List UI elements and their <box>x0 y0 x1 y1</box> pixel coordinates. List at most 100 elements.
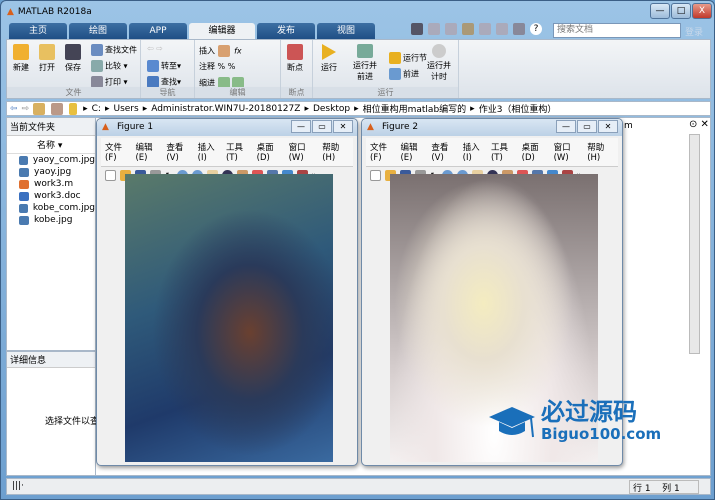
new-figure-icon[interactable] <box>105 170 116 181</box>
path-segment[interactable]: 作业3（相位重构） <box>479 102 557 115</box>
path-segment[interactable]: Administrator.WIN7U-20180127Z <box>151 104 300 114</box>
menu-view[interactable]: 查看(V) <box>431 141 457 163</box>
ribbon-tabs: 主页 绘图 APP 编辑器 发布 视图 <box>9 23 375 39</box>
file-item[interactable]: kobe.jpg <box>7 214 95 226</box>
graduation-cap-icon <box>489 407 535 438</box>
cut-icon[interactable] <box>428 23 440 35</box>
editor-scrollbar[interactable] <box>689 134 700 354</box>
goto-button[interactable]: 转至▾ <box>147 60 181 72</box>
copy-icon[interactable] <box>445 23 457 35</box>
matlab-window: ▲ MATLAB R2018a — □ X 主页 绘图 APP 编辑器 发布 视… <box>0 0 715 500</box>
menu-edit[interactable]: 编辑(E) <box>135 141 161 163</box>
save-button[interactable]: 保存 <box>65 44 81 73</box>
switch-windows-icon[interactable] <box>513 23 525 35</box>
tab-apps[interactable]: APP <box>129 23 187 39</box>
address-bar[interactable]: ⇦ ⇨ ▸ C: ▸ Users ▸ Administrator.WIN7U-2018… <box>6 101 711 116</box>
menu-help[interactable]: 帮助(H) <box>322 141 349 163</box>
comment-button[interactable]: 注释 % % <box>199 61 235 72</box>
cursor-position: 行 1 列 1 <box>629 480 699 494</box>
figure-2-title-bar[interactable]: ▲ Figure 2 — ▭ ✕ <box>362 119 622 136</box>
back-forward-icon[interactable]: ⇦ ⇨ <box>147 44 163 53</box>
find-files-button[interactable]: 查找文件 <box>91 44 137 56</box>
path-segment[interactable]: Users <box>113 104 138 114</box>
tab-home[interactable]: 主页 <box>9 23 67 39</box>
maximize-button[interactable]: ▭ <box>312 120 332 133</box>
breakpoints-button[interactable]: 断点 <box>287 44 303 73</box>
close-button[interactable]: X <box>692 3 712 19</box>
login-link[interactable]: 登录 <box>685 25 703 38</box>
menu-insert[interactable]: 插入(I) <box>463 141 486 163</box>
close-button[interactable]: ✕ <box>333 120 353 133</box>
close-editor-icon[interactable]: ⊙ ✕ <box>689 119 709 130</box>
search-docs-input[interactable]: 搜索文档 <box>553 23 681 38</box>
figure-1-title-bar[interactable]: ▲ Figure 1 — ▭ ✕ <box>97 119 357 136</box>
paste-icon[interactable] <box>462 23 474 35</box>
file-item[interactable]: yaoy.jpg <box>7 166 95 178</box>
up-folder-icon[interactable] <box>33 102 46 115</box>
run-advance-button[interactable]: 运行并 前进 <box>353 44 377 82</box>
script-file-icon <box>19 179 29 189</box>
tab-view[interactable]: 视图 <box>317 23 375 39</box>
menu-file[interactable]: 文件(F) <box>370 141 395 163</box>
redo-icon[interactable] <box>496 23 508 35</box>
insert-button[interactable]: 插入 fx <box>199 45 242 57</box>
path-segment[interactable]: 相位重构用matlab编写的 <box>363 102 467 115</box>
back-icon[interactable]: ⇦ <box>10 104 18 114</box>
tab-editor[interactable]: 编辑器 <box>189 23 255 39</box>
path-segment[interactable]: C: <box>92 104 101 114</box>
forward-icon[interactable]: ⇨ <box>22 104 30 114</box>
menu-edit[interactable]: 编辑(E) <box>400 141 426 163</box>
menu-window[interactable]: 窗口(W) <box>289 141 318 163</box>
minimize-button[interactable]: — <box>291 120 311 133</box>
menu-tools[interactable]: 工具(T) <box>491 141 517 163</box>
image-file-icon <box>19 203 28 213</box>
new-figure-icon[interactable] <box>370 170 381 181</box>
watermark: 必过源码 Biguo100.com <box>489 399 661 443</box>
run-section-button[interactable]: 运行节 <box>389 52 427 64</box>
quick-access-toolbar: ? <box>411 23 544 35</box>
minimize-button[interactable]: — <box>556 120 576 133</box>
run-group: 运行 运行并 前进 运行节 前进 运行并 计时 运行 <box>313 40 459 98</box>
figure-menu-bar: 文件(F) 编辑(E) 查看(V) 插入(I) 工具(T) 桌面(D) 窗口(W) 帮助(H) <box>101 138 353 167</box>
maximize-button[interactable]: □ <box>671 3 691 19</box>
menu-insert[interactable]: 插入(I) <box>198 141 221 163</box>
undo-icon[interactable] <box>479 23 491 35</box>
minimize-button[interactable]: — <box>650 3 670 19</box>
menu-desktop[interactable]: 桌面(D) <box>257 141 284 163</box>
file-item[interactable]: work3.doc <box>7 190 95 202</box>
file-group-label: 文件 <box>7 87 140 98</box>
maximize-button[interactable]: ▭ <box>577 120 597 133</box>
path-segment[interactable]: Desktop <box>313 104 350 114</box>
figure-1-window[interactable]: ▲ Figure 1 — ▭ ✕ 文件(F) 编辑(E) 查看(V) 插入(I) 工具(T) 桌… <box>96 118 358 466</box>
menu-file[interactable]: 文件(F) <box>105 141 130 163</box>
tab-publish[interactable]: 发布 <box>257 23 315 39</box>
close-button[interactable]: ✕ <box>598 120 618 133</box>
tab-plots[interactable]: 绘图 <box>69 23 127 39</box>
breakpoints-group-label: 断点 <box>281 87 312 98</box>
details-message: 选择文件以查看详细信息 <box>45 417 97 427</box>
new-button[interactable]: 新建 <box>13 44 29 73</box>
image-file-icon <box>19 167 29 177</box>
file-item[interactable]: yaoy_com.jpg <box>7 154 95 166</box>
save-icon[interactable] <box>411 23 423 35</box>
help-icon[interactable]: ? <box>530 23 542 35</box>
editor-tab-fragment[interactable]: m <box>624 121 633 131</box>
menu-help[interactable]: 帮助(H) <box>587 141 614 163</box>
menu-tools[interactable]: 工具(T) <box>226 141 252 163</box>
file-item[interactable]: kobe_com.jpg <box>7 202 95 214</box>
navigate-group-label: 导航 <box>141 87 194 98</box>
details-panel: 详细信息 选择文件以查看详细信息 <box>6 351 97 476</box>
ribbon: 新建 打开 保存 查找文件 比较 ▾ 打印 ▾ 文件 ⇦ ⇨ 转至▾ 查找▾ 导… <box>6 39 711 99</box>
compare-button[interactable]: 比较 ▾ <box>91 60 128 72</box>
menu-view[interactable]: 查看(V) <box>166 141 192 163</box>
advance-button[interactable]: 前进 <box>389 68 419 80</box>
open-button[interactable]: 打开 <box>39 44 55 73</box>
run-time-button[interactable]: 运行并 计时 <box>427 44 451 82</box>
file-item[interactable]: work3.m <box>7 178 95 190</box>
run-button[interactable]: 运行 <box>321 44 337 73</box>
browse-folder-icon[interactable] <box>51 102 64 115</box>
menu-window[interactable]: 窗口(W) <box>554 141 583 163</box>
edit-group: 插入 fx 注释 % % 缩进 编辑 <box>195 40 281 98</box>
menu-desktop[interactable]: 桌面(D) <box>522 141 549 163</box>
name-column-header[interactable]: 名称 ▾ <box>7 136 95 154</box>
